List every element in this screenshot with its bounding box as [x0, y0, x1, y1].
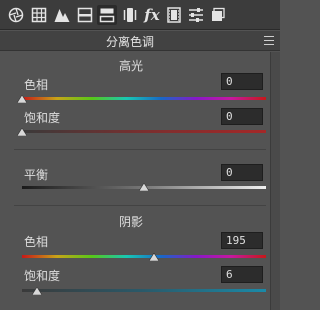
tone-curve-icon[interactable] — [75, 5, 95, 25]
fx-icon[interactable]: fx — [142, 5, 162, 25]
highlights-saturation-slider[interactable] — [17, 128, 266, 136]
mountain-icon[interactable] — [52, 5, 72, 25]
section-header: 分离色调 — [0, 31, 280, 51]
shadows-saturation-thumb[interactable] — [31, 287, 42, 295]
shadows-saturation-label: 饱和度 — [24, 269, 61, 283]
presets-icon[interactable] — [208, 5, 228, 25]
balance-thumb[interactable] — [139, 183, 149, 191]
panel-menu-icon[interactable] — [264, 36, 274, 45]
lens-icon[interactable] — [120, 5, 140, 25]
shadows-saturation-slider[interactable] — [22, 287, 266, 295]
scrollbar[interactable] — [270, 52, 280, 310]
balance-input[interactable]: 0 — [221, 164, 263, 181]
shadows-saturation-input[interactable]: 6 — [221, 266, 263, 283]
section-divider — [14, 205, 266, 206]
shadows-hue-thumb[interactable] — [149, 253, 160, 261]
balance-slider[interactable] — [22, 183, 266, 191]
fx-icon-label: fx — [144, 6, 160, 24]
highlights-hue-label: 色相 — [24, 78, 49, 92]
highlights-saturation-input[interactable]: 0 — [221, 108, 263, 125]
highlights-hue-slider[interactable] — [17, 95, 266, 103]
section-divider — [14, 149, 266, 150]
sliders-icon[interactable] — [186, 5, 206, 25]
split-toning-icon[interactable] — [97, 5, 117, 25]
shadows-hue-input[interactable]: 195 — [221, 232, 263, 249]
shadows-hue-slider[interactable] — [22, 253, 266, 261]
highlights-saturation-thumb[interactable] — [17, 128, 27, 136]
highlights-hue-input[interactable]: 0 — [221, 73, 263, 90]
highlights-hue-thumb[interactable] — [17, 95, 27, 103]
highlights-title: 高光 — [118, 59, 143, 73]
aperture-icon[interactable] — [6, 5, 26, 25]
balance-label: 平衡 — [24, 168, 49, 182]
grid-icon[interactable] — [29, 5, 49, 25]
shadows-hue-label: 色相 — [24, 235, 49, 249]
panel-toolbar: fx — [0, 0, 280, 30]
shadows-title: 阴影 — [118, 215, 143, 229]
panel-title: 分离色调 — [105, 35, 154, 49]
film-strip-icon[interactable] — [164, 5, 184, 25]
highlights-saturation-label: 饱和度 — [24, 111, 61, 125]
